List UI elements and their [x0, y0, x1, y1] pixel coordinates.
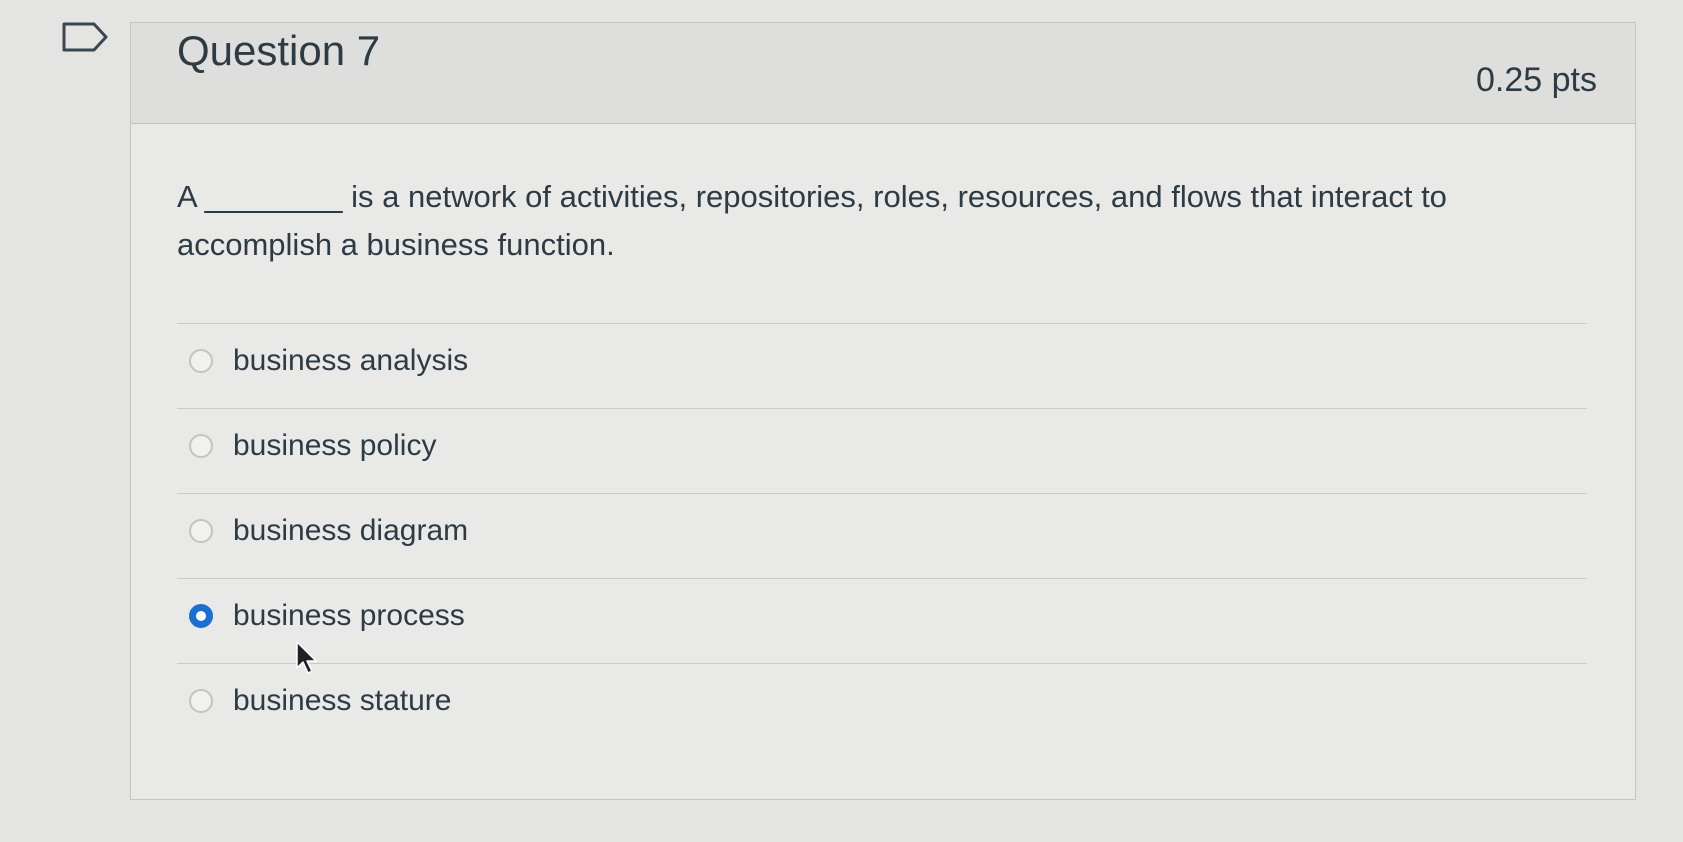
- radio-button[interactable]: [189, 689, 213, 713]
- mouse-pointer-icon: [296, 641, 317, 674]
- radio-button-selected[interactable]: [189, 604, 213, 628]
- question-text: A ________ is a network of activities, r…: [177, 179, 1447, 262]
- answer-text: business stature: [233, 684, 452, 717]
- answer-option: business stature: [177, 663, 1587, 748]
- answer-option: business process: [177, 578, 1587, 663]
- answer-list: business analysis business policy busine…: [177, 323, 1587, 748]
- quiz-page: Question 7 0.25 pts A ________ is a netw…: [0, 0, 1683, 842]
- radio-button[interactable]: [189, 434, 213, 458]
- answer-option-label[interactable]: business policy: [177, 429, 436, 463]
- answer-option-label[interactable]: business diagram: [177, 514, 468, 548]
- answer-option: business diagram: [177, 493, 1587, 578]
- answer-option-label[interactable]: business process: [177, 599, 465, 633]
- answer-text: business process: [233, 599, 465, 632]
- answer-option: business analysis: [177, 323, 1587, 408]
- answer-text: business diagram: [233, 514, 469, 547]
- question-points: 0.25 pts: [1476, 61, 1597, 99]
- question-header: Question 7 0.25 pts: [131, 23, 1635, 124]
- answer-text: business policy: [233, 429, 437, 462]
- question-card: Question 7 0.25 pts A ________ is a netw…: [130, 22, 1636, 800]
- answer-option-label[interactable]: business analysis: [177, 344, 468, 378]
- question-title: Question 7: [177, 27, 381, 74]
- flag-icon[interactable]: [62, 22, 108, 52]
- radio-button[interactable]: [189, 519, 213, 543]
- answer-option-label[interactable]: business stature: [177, 684, 451, 718]
- answer-text: business analysis: [233, 344, 469, 377]
- radio-button[interactable]: [189, 349, 213, 373]
- answer-option: business policy: [177, 408, 1587, 493]
